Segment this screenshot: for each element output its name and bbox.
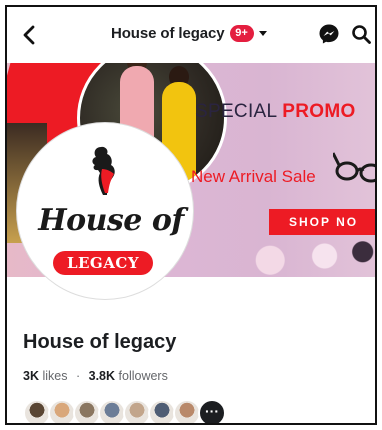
promo-word-promo: PROMO [282, 101, 356, 122]
likes-label: likes [42, 369, 68, 383]
page-title: House of legacy [111, 25, 225, 42]
screen-frame: House of legacy 9+ SPECIAL PROMO New Arr… [5, 5, 377, 425]
follower-avatar[interactable] [48, 399, 76, 423]
follower-avatar[interactable] [148, 399, 176, 423]
more-followers-icon[interactable]: ··· [198, 399, 226, 423]
logo-house-of-text: House of [38, 203, 184, 238]
new-arrival-sale-text: New Arrival Sale [191, 167, 316, 186]
stats-separator: · [75, 369, 81, 383]
promo-word-special: SPECIAL [195, 101, 277, 122]
page-stats: 3K likes · 3.8K followers [23, 369, 168, 383]
page-title-switcher[interactable]: House of legacy 9+ [111, 25, 267, 42]
followers-count[interactable]: 3.8K [89, 369, 115, 383]
messenger-icon[interactable] [318, 23, 340, 45]
sunglasses-icon [333, 152, 375, 183]
notification-badge: 9+ [229, 25, 254, 42]
follower-avatars-row[interactable]: ··· [23, 399, 226, 423]
follower-avatar[interactable] [23, 399, 51, 423]
follower-avatar[interactable] [173, 399, 201, 423]
follower-avatar[interactable] [98, 399, 126, 423]
cover-flowers-decoration [243, 235, 375, 277]
profile-picture[interactable]: House of LEGACY [17, 123, 193, 299]
follower-avatar[interactable] [73, 399, 101, 423]
followers-label[interactable]: followers [119, 369, 168, 383]
search-icon[interactable] [350, 23, 372, 45]
top-bar: House of legacy 9+ [7, 7, 375, 63]
logo-legacy-tag: LEGACY [53, 251, 153, 275]
likes-count: 3K [23, 369, 39, 383]
woman-silhouette-logo-icon [92, 146, 115, 195]
follower-avatar[interactable] [123, 399, 151, 423]
page-name: House of legacy [23, 331, 177, 353]
special-promo-heading: SPECIAL PROMO [195, 101, 356, 123]
back-arrow-icon[interactable] [19, 24, 41, 46]
shop-now-banner: SHOP NO [269, 209, 375, 235]
chevron-down-icon [258, 31, 267, 36]
